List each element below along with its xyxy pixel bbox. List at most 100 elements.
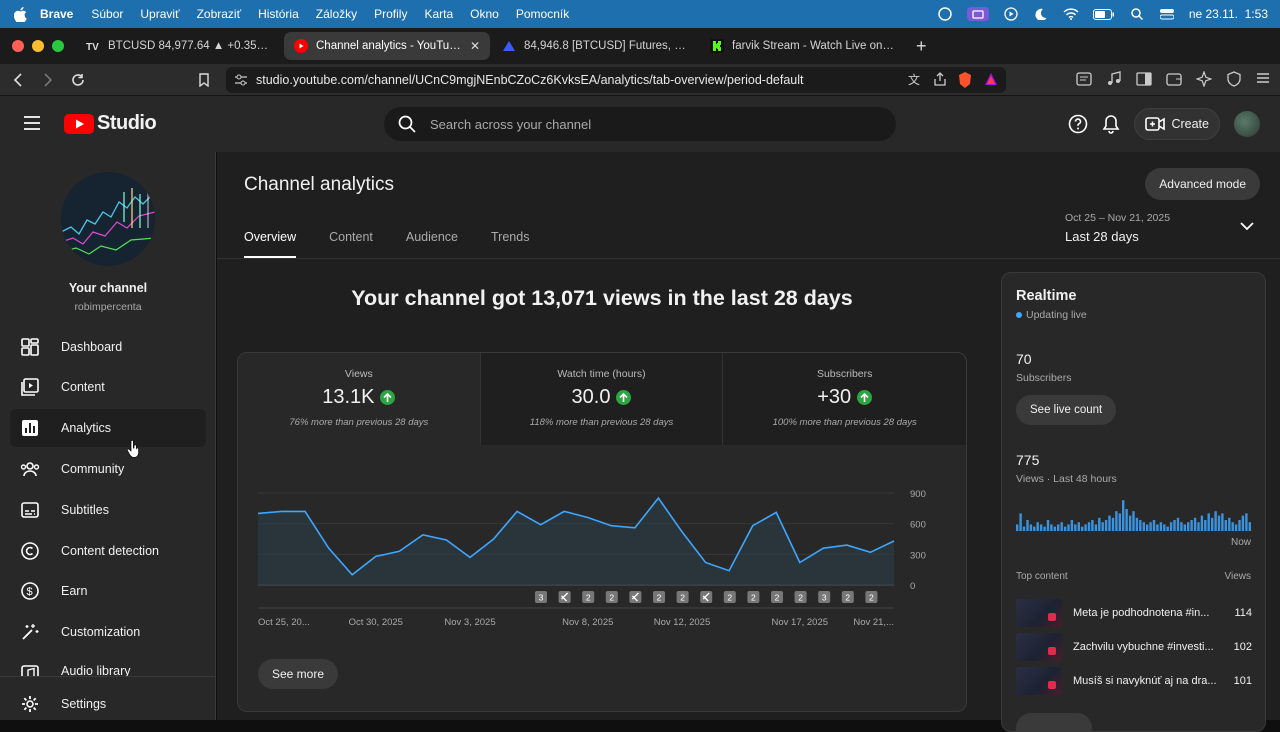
brave-shields-icon[interactable] xyxy=(958,72,972,88)
realtime-views-bars[interactable] xyxy=(1016,495,1252,531)
minimize-window-button[interactable] xyxy=(32,40,44,52)
menu-profiles[interactable]: Profily xyxy=(374,7,407,21)
realtime-bar xyxy=(1046,520,1050,531)
realtime-bar xyxy=(1118,513,1121,531)
menu-edit[interactable]: Upraviť xyxy=(140,7,179,21)
reader-mode-icon[interactable] xyxy=(1076,71,1092,87)
sidebar-item-dashboard[interactable]: Dashboard xyxy=(10,328,206,366)
browser-menu-icon[interactable] xyxy=(1256,71,1270,87)
close-window-button[interactable] xyxy=(12,40,24,52)
see-live-count-button[interactable]: See live count xyxy=(1016,395,1117,425)
menu-window[interactable]: Okno xyxy=(470,7,499,21)
menu-app-name[interactable]: Brave xyxy=(40,7,73,21)
top-content-views: 114 xyxy=(1234,607,1252,619)
sidebar-item-content-detection[interactable]: Content detection xyxy=(10,532,206,570)
studio-logo[interactable]: Studio xyxy=(64,112,157,135)
arrow-up-icon xyxy=(380,390,396,405)
tab-trends[interactable]: Trends xyxy=(491,230,529,258)
zoom-window-button[interactable] xyxy=(52,40,64,52)
hamburger-menu-icon[interactable] xyxy=(22,114,42,132)
community-icon xyxy=(20,459,40,479)
menu-clock[interactable]: ne 23.11. 1:53 xyxy=(1189,7,1268,21)
browser-tab-active[interactable]: Channel analytics - YouTube S ✕ xyxy=(284,32,490,60)
tab-content[interactable]: Content xyxy=(329,230,373,258)
tabs-divider xyxy=(217,258,1280,259)
sidebar-item-earn[interactable]: $ Earn xyxy=(10,572,206,610)
dollar-icon: $ xyxy=(20,581,40,601)
sidebar-item-content[interactable]: Content xyxy=(10,368,206,406)
account-avatar[interactable] xyxy=(1234,111,1260,137)
menu-bookmarks[interactable]: Záložky xyxy=(316,7,357,21)
url-bar[interactable]: studio.youtube.com/channel/UCnC9mgjNEnbC… xyxy=(226,67,1006,93)
control-center-icon[interactable] xyxy=(1159,7,1175,21)
audio-library-icon xyxy=(20,664,40,676)
create-button[interactable]: Create xyxy=(1134,108,1220,140)
tab-overview[interactable]: Overview xyxy=(244,230,297,258)
channel-search-input[interactable]: Search across your channel xyxy=(384,107,896,141)
help-icon[interactable] xyxy=(1068,114,1088,134)
translate-icon[interactable]: 文 xyxy=(908,72,922,88)
browser-tab[interactable]: 84,946.8 [BTCUSD] Futures, Coin xyxy=(492,32,698,60)
sidebar-item-subtitles[interactable]: Subtitles xyxy=(10,491,206,529)
brave-rewards-icon[interactable] xyxy=(984,72,998,88)
share-icon[interactable] xyxy=(934,72,946,88)
site-settings-icon[interactable] xyxy=(234,73,248,87)
sidebar-item-customization[interactable]: Customization xyxy=(10,613,206,651)
views-headline: Your channel got 13,071 views in the las… xyxy=(351,286,853,310)
url-text[interactable]: studio.youtube.com/channel/UCnC9mgjNEnbC… xyxy=(256,73,804,87)
back-icon[interactable] xyxy=(6,68,30,92)
menu-view[interactable]: Zobraziť xyxy=(197,7,242,21)
top-content-row[interactable]: Zachvilu vybuchne #investi... 102 xyxy=(1016,633,1252,661)
leo-ai-icon[interactable] xyxy=(1196,71,1212,87)
sidebar-item-analytics[interactable]: Analytics xyxy=(10,409,206,447)
realtime-see-more-button[interactable] xyxy=(1016,713,1092,731)
top-content-views-header: Views xyxy=(1224,571,1252,582)
battery-icon[interactable] xyxy=(1092,7,1115,21)
tab-audience[interactable]: Audience xyxy=(406,230,458,258)
browser-tab[interactable]: farvik Stream - Watch Live on Kick xyxy=(700,32,906,60)
views-chart[interactable]: 0 300 600 900 3 2 2 2 2 2 2 2 2 3 2 2 Oct 25, 20... Oct 3… xyxy=(238,473,966,643)
browser-tab[interactable]: TV BTCUSD 84,977.64 ▲ +0.35% Un xyxy=(76,32,282,60)
analytics-main: Channel analytics Advanced mode Oct 25 –… xyxy=(217,152,1280,732)
wifi-icon[interactable] xyxy=(1063,7,1079,21)
menu-tab[interactable]: Karta xyxy=(424,7,453,21)
notifications-bell-icon[interactable] xyxy=(1102,114,1120,134)
metric-tabs: Views 13.1K 76% more than previous 28 da… xyxy=(238,353,966,445)
metric-subscribers[interactable]: Subscribers +30 100% more than previous … xyxy=(723,353,966,445)
sidebar-toggle-icon[interactable] xyxy=(1136,71,1152,87)
apple-icon[interactable] xyxy=(0,6,40,22)
wallet-icon[interactable] xyxy=(1166,71,1182,87)
metric-views[interactable]: Views 13.1K 76% more than previous 28 da… xyxy=(238,353,481,445)
advanced-mode-button[interactable]: Advanced mode xyxy=(1145,168,1260,200)
spotlight-search-icon[interactable] xyxy=(1129,7,1145,21)
chevron-down-icon[interactable] xyxy=(1240,222,1254,231)
media-icon[interactable] xyxy=(1106,71,1122,87)
sidebar-item-audio-library[interactable]: Audio library xyxy=(10,654,206,676)
status-app-icon[interactable] xyxy=(937,7,953,21)
top-content-row[interactable]: Musíš si navyknúť aj na dra... 101 xyxy=(1016,667,1252,695)
see-more-button[interactable]: See more xyxy=(258,659,339,689)
menu-help[interactable]: Pomocník xyxy=(516,7,569,21)
channel-avatar[interactable] xyxy=(61,172,155,266)
x-tick-label: Nov 17, 2025 xyxy=(772,617,829,628)
channel-title[interactable]: Your channel xyxy=(0,281,216,295)
sidebar-item-community[interactable]: Community xyxy=(10,450,206,488)
screen-record-icon[interactable] xyxy=(966,7,989,21)
play-circle-icon[interactable] xyxy=(1003,7,1019,21)
menu-history[interactable]: História xyxy=(258,7,299,21)
reload-icon[interactable] xyxy=(66,68,90,92)
top-content-row[interactable]: Meta je podhodnotena #in... 114 xyxy=(1016,599,1252,627)
new-tab-icon[interactable]: + xyxy=(916,36,927,57)
menu-file[interactable]: Súbor xyxy=(91,7,123,21)
vpn-icon[interactable] xyxy=(1226,71,1242,87)
sidebar-item-settings[interactable]: Settings xyxy=(10,685,206,723)
date-range-picker[interactable]: Oct 25 – Nov 21, 2025 Last 28 days xyxy=(1065,212,1170,244)
forward-icon[interactable] xyxy=(36,68,60,92)
realtime-bar xyxy=(1043,526,1046,531)
metric-watch-time[interactable]: Watch time (hours) 30.0 118% more than p… xyxy=(480,353,724,445)
realtime-subscribers-label: Subscribers xyxy=(1016,372,1072,384)
close-tab-icon[interactable]: ✕ xyxy=(470,39,480,53)
realtime-bar xyxy=(1163,524,1166,531)
bookmark-icon[interactable] xyxy=(192,68,216,92)
moon-icon[interactable] xyxy=(1033,7,1049,21)
